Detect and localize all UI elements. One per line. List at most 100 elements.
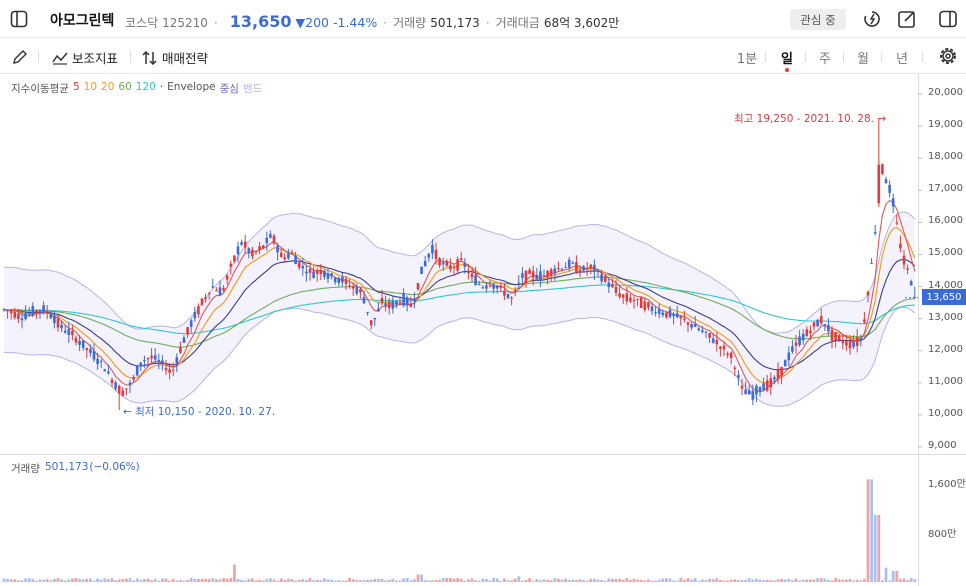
volume-bar [402,578,405,582]
candle-body [351,286,355,289]
price-axis-tick: 10,000 [928,407,963,419]
volume-bar [675,580,679,582]
candle-body [355,287,359,294]
volume-bar [121,578,125,582]
volume-bar [348,578,351,582]
volume-bar [146,578,150,582]
candle-body [564,267,567,269]
volume-bar [859,580,863,582]
volume-bar [755,578,758,582]
volume-bar [211,578,215,582]
volume-bar [164,578,168,582]
volume-bar [722,580,726,582]
price-axis-tick: 15,000 [928,247,963,259]
candle-body [708,333,711,338]
candle-body [121,390,125,396]
candle-body [632,300,636,302]
volume-axis-tick: 1,600만 [928,479,966,491]
volume-bar [603,580,607,582]
volume-bar [179,580,182,582]
volume-bar [614,578,618,582]
candle-body [481,287,485,289]
candle-body [459,258,463,260]
candle-body [740,385,744,389]
price-axis-tick: 18,000 [928,151,963,163]
volume-bar [355,579,359,582]
volume-bar [827,579,830,582]
volume-bar [647,579,650,582]
volume-bar [225,578,229,582]
candle-body [269,234,272,238]
candle-body [470,273,474,278]
candle-body [150,355,153,359]
volume-bar [103,578,107,582]
candle-body [837,335,841,341]
volume-bar [344,580,348,582]
candle-body [891,198,895,207]
candle-body [420,266,423,274]
volume-bar [740,579,744,582]
candle-body [27,312,31,315]
candle-body [103,369,107,372]
candle-body [78,340,81,345]
volume-bar [377,579,380,582]
volume-bar [715,578,719,582]
volume-bar [351,579,355,582]
candle-body [690,324,693,328]
candle-body [236,246,240,255]
volume-bar [297,580,301,582]
volume-bar [758,579,762,582]
volume-bar [74,578,78,582]
candle-body [884,179,888,184]
volume-bar [369,579,373,582]
volume-bar [20,580,24,582]
candle-body [369,320,373,326]
volume-bar [251,578,254,582]
volume-bar [326,579,330,582]
candle-body [67,329,71,335]
candle-body [71,330,74,336]
volume-bar [737,580,740,582]
low-price-annotation: ← 최저 10,150 - 2020. 10. 27. [123,406,276,418]
volume-bar [866,479,870,582]
volume-bar [240,580,243,582]
candle-body [53,316,56,324]
candle-body [132,377,135,380]
volume-bar [416,574,420,582]
candle-body [747,390,751,395]
volume-bar [143,578,146,582]
candle-body [153,355,157,360]
volume-bar [323,578,326,582]
volume-bar [204,578,207,582]
volume-bar [114,580,117,582]
candle-body [866,291,870,296]
candle-body [247,248,251,253]
volume-bar [99,579,103,582]
candle-body [287,253,290,259]
candle-body [319,269,323,275]
candle-body [636,298,639,300]
candle-body [827,325,830,332]
volume-bar [744,580,747,582]
candle-body [873,232,877,234]
candle-body [402,293,405,306]
candle-body [438,258,441,266]
volume-bar [499,580,503,582]
volume-bar [805,579,809,582]
candle-body [578,270,582,272]
volume-bar [13,579,17,582]
volume-bar [258,579,261,582]
volume-bar [542,579,546,582]
volume-bar [290,579,294,582]
candle-body [2,309,6,311]
volume-bar [413,579,416,582]
candle-body [675,313,679,318]
volume-bar [330,579,333,582]
volume-bar [787,579,791,582]
candle-body [816,319,819,327]
candle-body [780,366,783,377]
candle-body [567,259,571,268]
legend-ma20: 20 [101,81,115,93]
candle-body [650,306,654,312]
candle-body [398,301,402,304]
